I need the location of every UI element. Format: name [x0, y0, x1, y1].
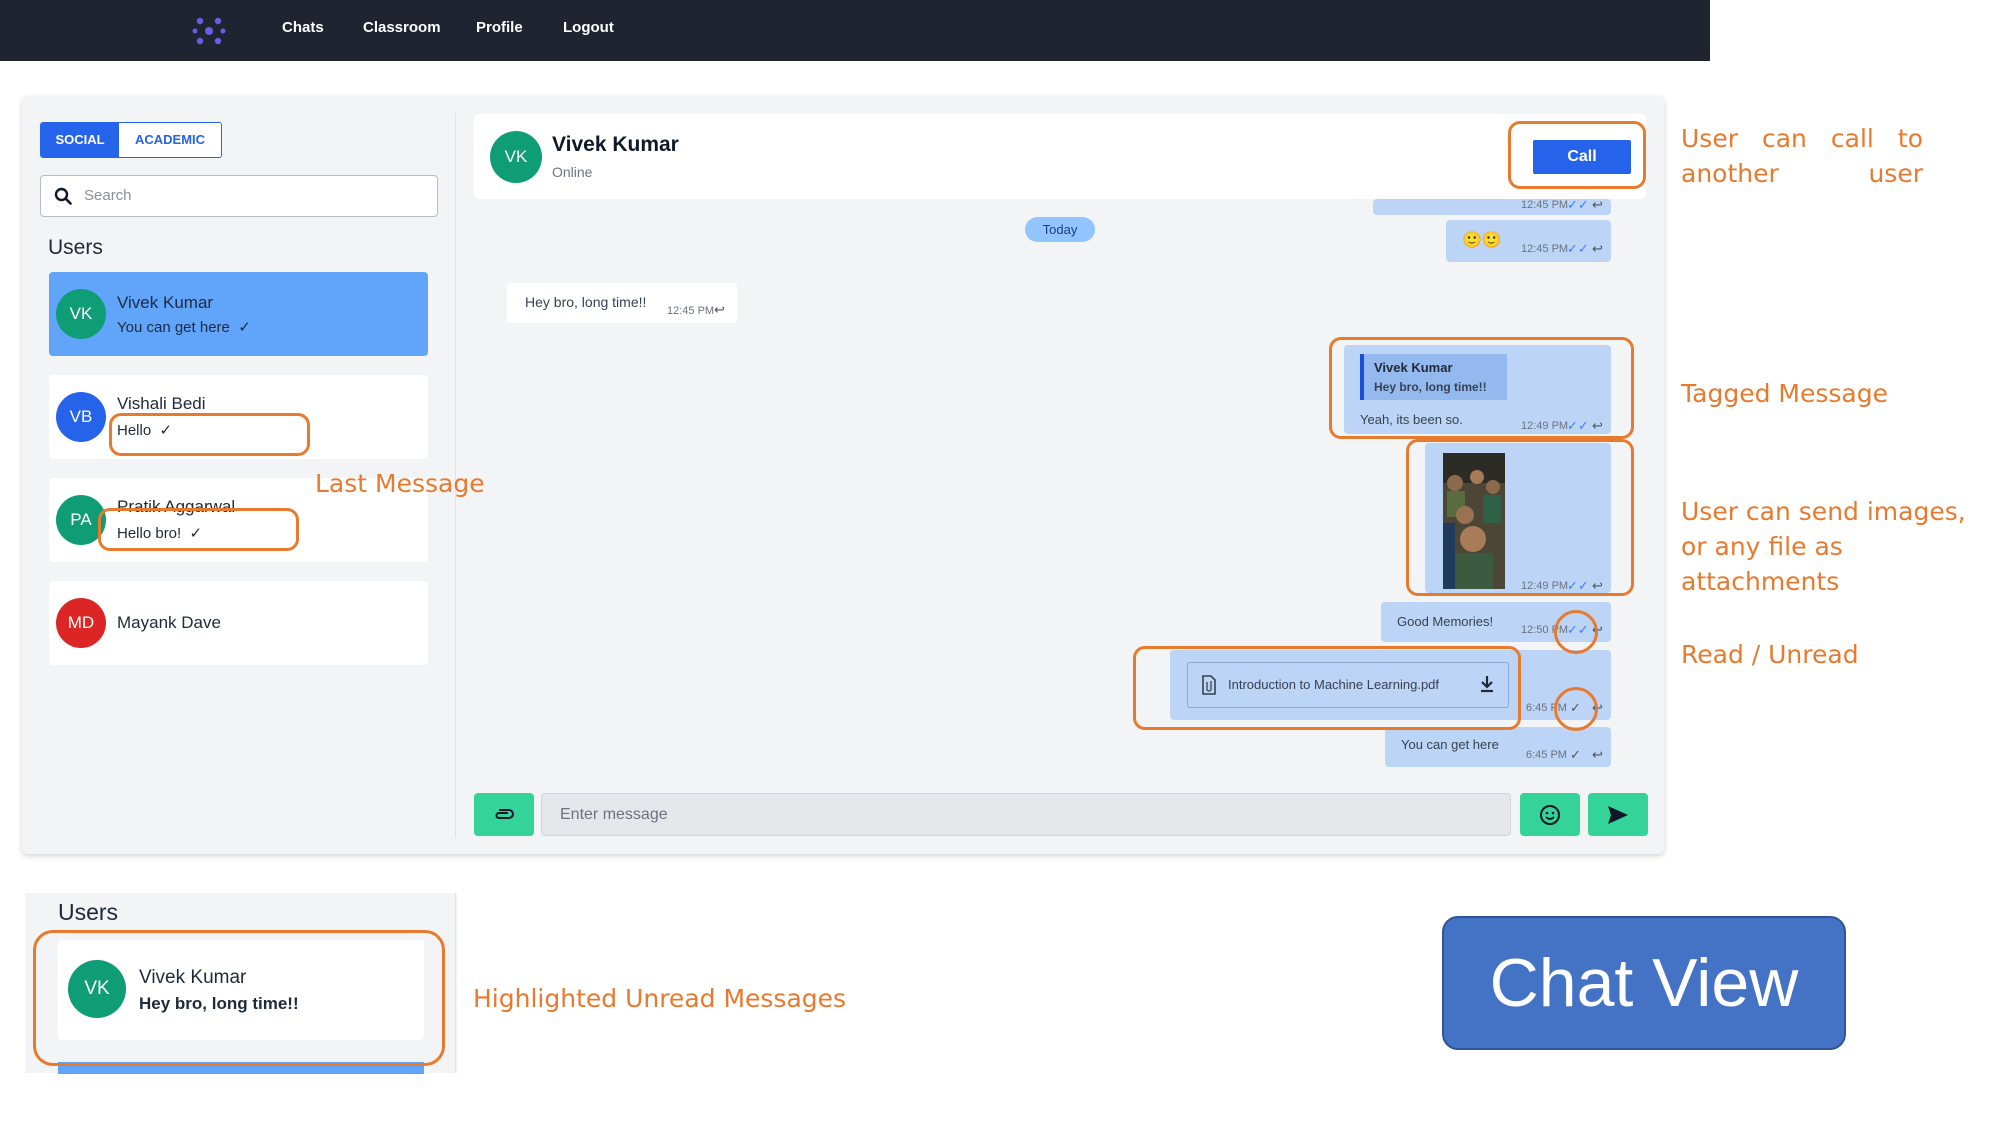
- reply-icon[interactable]: ↩: [1592, 747, 1603, 763]
- chat-view-title: Chat View: [1442, 916, 1846, 1050]
- highlight-call: [1508, 121, 1646, 189]
- user-item-mayank-dave[interactable]: MD Mayank Dave: [49, 581, 428, 665]
- read-tick-icon: ✓✓: [1567, 197, 1589, 212]
- sent-tick-icon: ✓: [1570, 747, 1581, 762]
- message-bubble: 12:45 PM ✓✓ ↩: [1373, 197, 1611, 215]
- nav-link-logout[interactable]: Logout: [563, 0, 614, 56]
- annotation-read-unread: Read / Unread: [1681, 640, 1859, 669]
- nav-link-profile[interactable]: Profile: [476, 0, 523, 56]
- sidebar-tabs: SOCIAL ACADEMIC: [40, 122, 222, 158]
- chat-header-avatar: VK: [490, 131, 542, 183]
- annotation-call: User can call to another user: [1681, 124, 1923, 188]
- highlight-file: [1133, 646, 1521, 730]
- atom-logo-icon[interactable]: [190, 12, 228, 50]
- message-bubble-incoming: Hey bro, long time!! 12:45 PM ↩: [507, 283, 737, 323]
- message-text: 🙂🙂: [1462, 232, 1502, 249]
- message-time: 12:45 PM: [1521, 243, 1569, 255]
- search-placeholder: Search: [84, 187, 132, 204]
- reply-icon[interactable]: ↩: [714, 302, 725, 318]
- user-item-vivek-kumar[interactable]: VK Vivek Kumar You can get here ✓: [49, 272, 428, 356]
- chat-header-status: Online: [552, 164, 593, 180]
- highlight-tagged-message: [1329, 337, 1634, 439]
- highlight-last-message: [98, 508, 299, 551]
- highlight-unread-item: [33, 930, 445, 1066]
- highlight-unread-tick: [1554, 687, 1598, 731]
- emoji-button[interactable]: [1520, 793, 1580, 836]
- user-last-message: You can get here ✓: [117, 319, 251, 336]
- top-navbar: [0, 0, 1710, 61]
- read-tick-icon: ✓✓: [1567, 241, 1589, 256]
- avatar: VB: [56, 392, 106, 442]
- highlight-last-message: [109, 413, 310, 456]
- message-text: Hey bro, long time!!: [525, 294, 647, 310]
- inset-divider: [455, 893, 456, 1073]
- attach-button[interactable]: [474, 793, 534, 836]
- inset-users-heading: Users: [58, 899, 119, 925]
- nav-link-classroom[interactable]: Classroom: [363, 0, 441, 56]
- users-heading: Users: [48, 236, 103, 259]
- message-text: Good Memories!: [1397, 614, 1494, 629]
- message-time: 12:45 PM: [1521, 199, 1569, 211]
- search-icon: [54, 187, 72, 205]
- highlight-attachment: [1406, 439, 1634, 596]
- paperclip-icon: [495, 809, 514, 819]
- annotation-last-message: Last Message: [315, 469, 485, 498]
- highlight-read-tick: [1554, 610, 1598, 654]
- message-text: You can get here: [1401, 737, 1499, 752]
- reply-icon[interactable]: ↩: [1592, 197, 1603, 213]
- chat-header-name: Vivek Kumar: [552, 133, 679, 156]
- annotation-highlighted-unread: Highlighted Unread Messages: [473, 984, 847, 1013]
- search-input[interactable]: Search: [40, 175, 438, 217]
- sent-tick-icon: ✓: [238, 319, 251, 336]
- message-time: 12:45 PM: [667, 305, 715, 317]
- avatar: MD: [56, 598, 106, 648]
- avatar: VK: [56, 289, 106, 339]
- user-name: Vivek Kumar: [117, 293, 214, 312]
- message-input-placeholder: Enter message: [560, 806, 668, 823]
- send-button[interactable]: [1588, 793, 1648, 836]
- user-name: Vishali Bedi: [117, 394, 206, 413]
- date-separator: Today: [1025, 217, 1095, 242]
- tab-social[interactable]: SOCIAL: [41, 123, 119, 157]
- annotation-attachments: User can send images, or any file as att…: [1681, 497, 1966, 596]
- smiley-icon: [1540, 805, 1560, 825]
- send-icon: [1608, 806, 1628, 824]
- message-bubble: You can get here 6:45 PM ✓ ↩: [1385, 727, 1611, 767]
- user-name: Mayank Dave: [117, 613, 221, 632]
- message-time: 6:45 PM: [1526, 749, 1567, 761]
- message-input[interactable]: Enter message: [541, 793, 1511, 836]
- tab-academic[interactable]: ACADEMIC: [119, 123, 221, 157]
- message-bubble: 🙂🙂 12:45 PM ✓✓ ↩: [1446, 220, 1611, 262]
- reply-icon[interactable]: ↩: [1592, 241, 1603, 257]
- annotation-tagged: Tagged Message: [1681, 379, 1888, 408]
- nav-link-chats[interactable]: Chats: [282, 0, 324, 56]
